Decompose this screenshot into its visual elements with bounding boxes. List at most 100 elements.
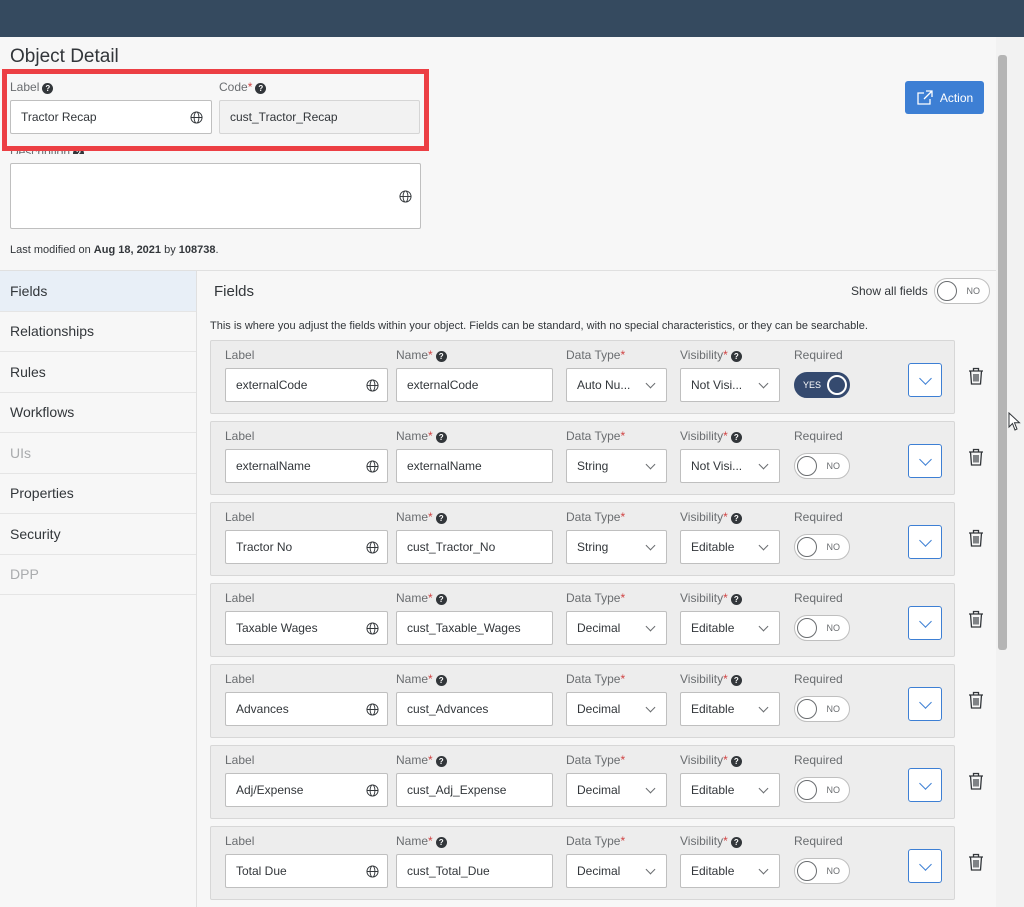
field-required-caption: Required [794,753,843,767]
data-type-select[interactable]: String [566,449,667,483]
chevron-down-icon [645,702,656,713]
field-card: Label Name*? Data Type* Visibility*? Require… [210,745,983,819]
required-toggle[interactable]: NO [794,615,850,641]
globe-icon[interactable] [366,702,379,716]
field-card: Label Name*? Data Type* Visibility*? Require… [210,502,983,576]
chevron-down-icon [645,459,656,470]
help-icon[interactable]: ? [435,837,447,848]
chevron-down-icon [758,459,769,470]
help-icon[interactable]: ? [730,675,742,686]
visibility-select[interactable]: Editable [680,611,780,645]
help-icon[interactable]: ? [435,675,447,686]
globe-icon[interactable] [366,864,379,878]
description-textarea[interactable] [10,163,421,229]
field-label-caption: Label [225,510,255,524]
trash-icon[interactable] [967,771,985,791]
field-name-input[interactable]: cust_Advances [396,692,553,726]
trash-icon[interactable] [967,447,985,467]
field-name-input[interactable]: cust_Tractor_No [396,530,553,564]
field-name-input[interactable]: cust_Total_Due [396,854,553,888]
help-icon[interactable]: ? [435,432,447,443]
globe-icon[interactable] [366,459,379,473]
help-icon[interactable]: ? [435,513,447,524]
data-type-value: String [577,459,609,473]
visibility-select[interactable]: Editable [680,773,780,807]
field-name-input[interactable]: externalCode [396,368,553,402]
field-label-caption: Label [225,753,255,767]
visibility-select[interactable]: Editable [680,692,780,726]
visibility-value: Editable [691,621,735,635]
field-name-input[interactable]: cust_Taxable_Wages [396,611,553,645]
globe-icon[interactable] [366,378,379,392]
trash-icon[interactable] [967,852,985,872]
required-toggle[interactable]: NO [794,534,850,560]
expand-field-button[interactable] [908,363,942,397]
help-icon[interactable]: ? [435,756,447,767]
highlight-box [2,69,429,151]
help-icon[interactable]: ? [730,837,742,848]
required-toggle[interactable]: NO [794,858,850,884]
trash-icon[interactable] [967,609,985,629]
data-type-select[interactable]: String [566,530,667,564]
expand-field-button[interactable] [908,687,942,721]
sidebar-item-workflows[interactable]: Workflows [0,393,196,433]
trash-icon[interactable] [967,690,985,710]
expand-field-button[interactable] [908,606,942,640]
visibility-select[interactable]: Not Visi... [680,449,780,483]
required-toggle[interactable]: NO [794,453,850,479]
trash-icon[interactable] [967,528,985,548]
action-button[interactable]: Action [905,81,984,114]
data-type-select[interactable]: Decimal [566,773,667,807]
data-type-select[interactable]: Decimal [566,692,667,726]
required-toggle[interactable]: YES [794,372,850,398]
chevron-down-icon [758,783,769,794]
help-icon[interactable]: ? [435,351,447,362]
data-type-select[interactable]: Auto Nu... [566,368,667,402]
help-icon[interactable]: ? [730,432,742,443]
globe-icon[interactable] [399,189,412,203]
sidebar-item-security[interactable]: Security [0,514,196,555]
field-label-input[interactable]: Total Due [225,854,388,888]
expand-field-button[interactable] [908,849,942,883]
field-label-input[interactable]: Taxable Wages [225,611,388,645]
sidebar-item-rules[interactable]: Rules [0,352,196,393]
data-type-select[interactable]: Decimal [566,854,667,888]
required-toggle[interactable]: NO [794,696,850,722]
visibility-select[interactable]: Editable [680,530,780,564]
trash-icon[interactable] [967,366,985,386]
field-name-input[interactable]: externalName [396,449,553,483]
sidebar-item-fields[interactable]: Fields [0,271,196,312]
help-icon[interactable]: ? [730,513,742,524]
expand-field-button[interactable] [908,525,942,559]
field-card: Label Name*? Data Type* Visibility*? Require… [210,826,983,900]
visibility-select[interactable]: Editable [680,854,780,888]
scrollbar-thumb[interactable] [998,55,1007,650]
data-type-select[interactable]: Decimal [566,611,667,645]
field-visibility-caption: Visibility*? [680,510,742,524]
field-label-input[interactable]: Advances [225,692,388,726]
field-label-input[interactable]: Tractor No [225,530,388,564]
help-icon[interactable]: ? [435,594,447,605]
sidebar-item-relationships[interactable]: Relationships [0,312,196,352]
help-icon[interactable]: ? [730,594,742,605]
visibility-select[interactable]: Not Visi... [680,368,780,402]
globe-icon[interactable] [366,621,379,635]
required-toggle[interactable]: NO [794,777,850,803]
field-name-value: cust_Adj_Expense [407,783,507,797]
field-label-input[interactable]: externalCode [225,368,388,402]
expand-field-button[interactable] [908,444,942,478]
globe-icon[interactable] [366,540,379,554]
field-name-caption: Name*? [396,591,447,605]
field-label-input[interactable]: externalName [225,449,388,483]
globe-icon[interactable] [366,783,379,797]
help-icon[interactable]: ? [730,351,742,362]
expand-field-button[interactable] [908,768,942,802]
show-all-fields-toggle[interactable]: NO [934,278,990,304]
chevron-down-icon [758,702,769,713]
field-label-input[interactable]: Adj/Expense [225,773,388,807]
chevron-down-icon [919,696,932,709]
help-icon[interactable]: ? [730,756,742,767]
field-name-input[interactable]: cust_Adj_Expense [396,773,553,807]
sidebar-item-properties[interactable]: Properties [0,474,196,514]
field-label-caption: Label [225,591,255,605]
